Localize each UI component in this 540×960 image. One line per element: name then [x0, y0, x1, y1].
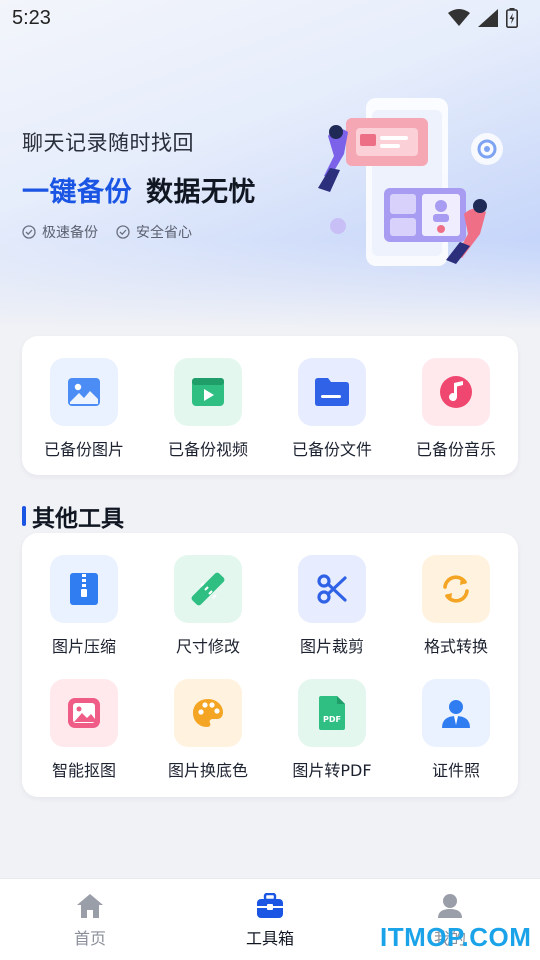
tool-compress-item[interactable]: 图片压缩 — [22, 555, 146, 657]
tool-idphoto-item[interactable]: 证件照 — [394, 679, 518, 781]
backup-files-tile — [298, 358, 366, 426]
toolbox-icon — [257, 893, 283, 918]
tool-cutout-label: 智能抠图 — [51, 761, 116, 780]
backup-images-item[interactable]: 已备份图片 — [22, 358, 146, 460]
scissors-icon — [317, 574, 347, 604]
tool-bgcolor-tile — [174, 679, 242, 747]
pdf-icon: PDF — [319, 696, 345, 730]
video-icon — [192, 378, 224, 406]
tool-bgcolor-label: 图片换底色 — [167, 761, 248, 780]
tool-idphoto-label: 证件照 — [431, 761, 480, 780]
backup-videos-item[interactable]: 已备份视频 — [146, 358, 270, 460]
banner-features: 极速备份 安全省心 — [22, 222, 192, 242]
banner-subtitle: 聊天记录随时找回 — [22, 131, 194, 155]
folder-icon — [315, 378, 349, 406]
tool-convert-tile — [422, 555, 490, 623]
battery-icon — [506, 8, 518, 28]
music-icon — [440, 376, 472, 408]
tool-resize-label: 尺寸修改 — [175, 637, 240, 656]
tool-compress-label: 图片压缩 — [51, 637, 116, 656]
check-circle-icon — [116, 225, 130, 239]
tool-compress-tile — [50, 555, 118, 623]
backup-videos-tile — [174, 358, 242, 426]
feature-label: 极速备份 — [42, 225, 98, 241]
status-icons — [448, 8, 518, 28]
banner-headline: 一键备份 数据无忧 — [22, 170, 256, 209]
nav-home[interactable]: 首页 — [0, 893, 180, 949]
tool-crop-tile — [298, 555, 366, 623]
backup-videos-label: 已备份视频 — [167, 440, 248, 459]
wifi-icon — [448, 9, 470, 26]
nav-home-label: 首页 — [73, 929, 106, 948]
image-icon — [68, 378, 100, 406]
home-icon — [77, 894, 103, 918]
feature-label: 安全省心 — [136, 225, 192, 241]
tool-crop-label: 图片裁剪 — [299, 637, 364, 656]
tool-convert-label: 格式转换 — [423, 637, 488, 656]
tool-resize-item[interactable]: 尺寸修改 — [146, 555, 270, 657]
palette-icon — [193, 699, 223, 727]
tool-cutout-tile — [50, 679, 118, 747]
feature-item: 安全省心 — [116, 222, 192, 242]
svg-text:PDF: PDF — [323, 715, 341, 724]
tool-crop-item[interactable]: 图片裁剪 — [270, 555, 394, 657]
id-photo-icon — [442, 700, 470, 728]
check-circle-icon — [22, 225, 36, 239]
screen: 5:23 聊天记录随时找回 一键备份 数据无忧 极速备份 安全省心 已备份图片 … — [0, 0, 540, 960]
headline-rest: 数据无忧 — [146, 177, 256, 208]
signal-icon — [478, 9, 498, 27]
backup-files-item[interactable]: 已备份文件 — [270, 358, 394, 460]
tools-card: 图片压缩 尺寸修改 图片裁剪 格式转换 智能抠图 图片换底色 PDF 图片转PD… — [22, 533, 518, 797]
tools-section-title: 其他工具 — [22, 499, 124, 533]
backup-files-label: 已备份文件 — [291, 440, 372, 459]
nav-toolbox[interactable]: 工具箱 — [180, 893, 360, 949]
tool-resize-tile — [174, 555, 242, 623]
tool-convert-item[interactable]: 格式转换 — [394, 555, 518, 657]
tool-pdf-item[interactable]: PDF 图片转PDF — [270, 679, 394, 781]
tool-idphoto-tile — [422, 679, 490, 747]
convert-icon — [443, 575, 469, 603]
backup-music-item[interactable]: 已备份音乐 — [394, 358, 518, 460]
backup-images-label: 已备份图片 — [43, 440, 124, 459]
smart-cutout-icon — [68, 698, 100, 728]
ruler-icon — [191, 572, 225, 606]
backup-music-label: 已备份音乐 — [415, 440, 496, 459]
feature-item: 极速备份 — [22, 222, 98, 242]
backup-images-tile — [50, 358, 118, 426]
section-title-text: 其他工具 — [32, 506, 124, 532]
tool-pdf-tile: PDF — [298, 679, 366, 747]
tool-pdf-label: 图片转PDF — [292, 761, 372, 780]
backup-music-tile — [422, 358, 490, 426]
user-icon — [438, 894, 462, 918]
nav-toolbox-label: 工具箱 — [245, 929, 294, 948]
tool-bgcolor-item[interactable]: 图片换底色 — [146, 679, 270, 781]
backup-card: 已备份图片 已备份视频 已备份文件 已备份音乐 — [22, 336, 518, 475]
headline-accent: 一键备份 — [22, 177, 132, 208]
zip-icon — [70, 573, 98, 605]
status-time: 5:23 — [12, 6, 51, 29]
tool-cutout-item[interactable]: 智能抠图 — [22, 679, 146, 781]
section-accent-bar — [22, 506, 26, 526]
banner-illustration — [318, 98, 503, 266]
watermark: ITMOP.COM — [380, 922, 532, 952]
status-bar: 5:23 — [0, 0, 540, 36]
